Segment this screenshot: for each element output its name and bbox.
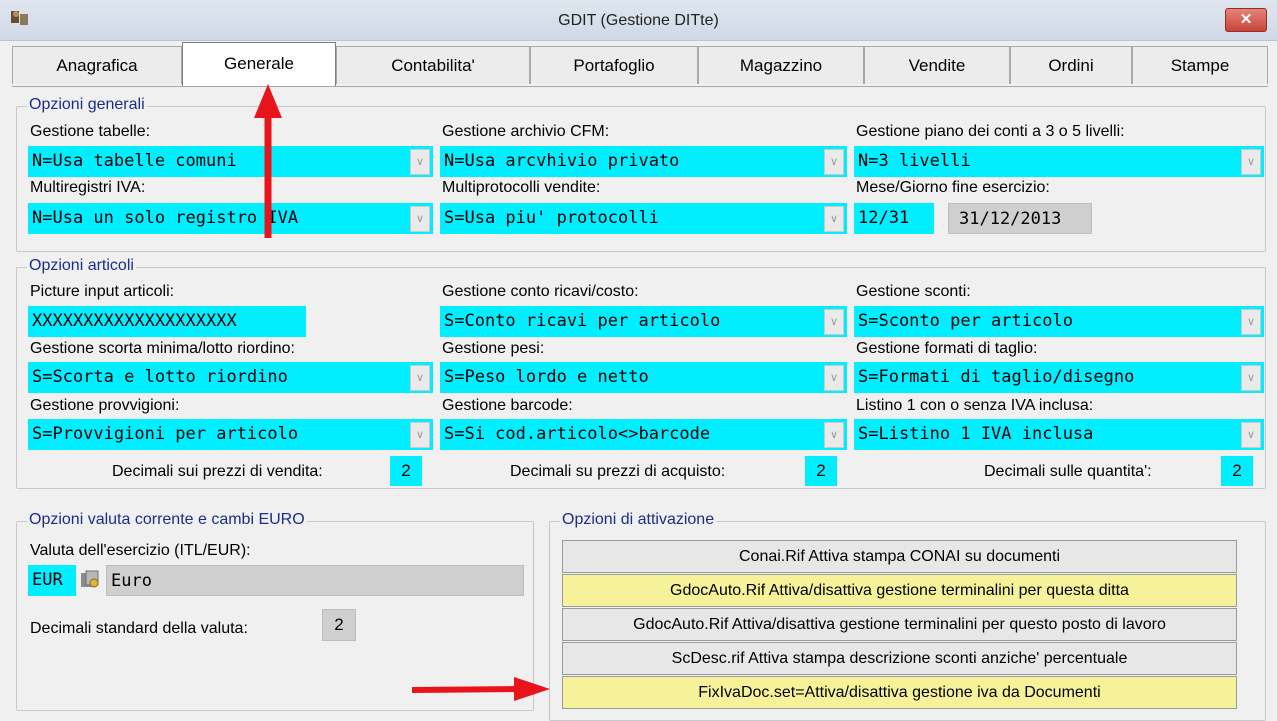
sconti-label: Gestione sconti: xyxy=(856,283,971,300)
chevron-down-icon[interactable]: ∨ xyxy=(1241,422,1261,448)
close-button[interactable]: ✕ xyxy=(1225,8,1267,32)
listino-value: S=Listino 1 IVA inclusa xyxy=(858,424,1094,444)
multiregistri-iva-label: Multiregistri IVA: xyxy=(30,179,146,196)
chevron-down-icon[interactable]: ∨ xyxy=(410,365,430,391)
piano-conti-value: N=3 livelli xyxy=(858,151,971,171)
provvigioni-value: S=Provvigioni per articolo xyxy=(32,424,299,444)
group-title: Opzioni articoli xyxy=(27,257,136,275)
provvigioni-label: Gestione provvigioni: xyxy=(30,397,180,414)
decimali-quantita-label: Decimali sulle quantita': xyxy=(984,463,1152,480)
fine-esercizio-label: Mese/Giorno fine esercizio: xyxy=(856,179,1050,196)
barcode-select[interactable]: S=Si cod.articolo<>barcode ∨ xyxy=(440,419,847,450)
gdocauto-ditta-button[interactable]: GdocAuto.Rif Attiva/disattiva gestione t… xyxy=(562,574,1237,607)
pesi-select[interactable]: S=Peso lordo e netto ∨ xyxy=(440,362,847,393)
group-title: Opzioni valuta corrente e cambi EURO xyxy=(27,511,307,529)
multiprotocolli-select[interactable]: S=Usa piu' protocolli ∨ xyxy=(440,203,847,234)
conto-ricavi-label: Gestione conto ricavi/costo: xyxy=(442,283,639,300)
archivio-cfm-value: N=Usa arcvhivio privato xyxy=(444,151,680,171)
tab-magazzino[interactable]: Magazzino xyxy=(698,46,864,84)
decimali-quantita-input[interactable]: 2 xyxy=(1221,456,1253,486)
barcode-label: Gestione barcode: xyxy=(442,397,573,414)
chevron-down-icon[interactable]: ∨ xyxy=(824,309,844,335)
decimali-vendita-label: Decimali sui prezzi di vendita: xyxy=(112,463,323,480)
scorta-minima-label: Gestione scorta minima/lotto riordino: xyxy=(30,340,295,357)
gestione-tabelle-label: Gestione tabelle: xyxy=(30,123,151,140)
fine-esercizio-date: 31/12/2013 xyxy=(948,203,1092,234)
group-title: Opzioni generali xyxy=(27,96,147,114)
chevron-down-icon[interactable]: ∨ xyxy=(824,206,844,232)
tab-anagrafica[interactable]: Anagrafica xyxy=(12,46,182,84)
window-title: GDIT (Gestione DITte) xyxy=(558,12,719,29)
gdocauto-posto-button[interactable]: GdocAuto.Rif Attiva/disattiva gestione t… xyxy=(562,608,1237,641)
tab-generale[interactable]: Generale xyxy=(182,42,336,86)
tab-portafoglio[interactable]: Portafoglio xyxy=(530,46,698,84)
conto-ricavi-select[interactable]: S=Conto ricavi per articolo ∨ xyxy=(440,306,847,337)
piano-conti-label: Gestione piano dei conti a 3 o 5 livelli… xyxy=(856,123,1125,140)
chevron-down-icon[interactable]: ∨ xyxy=(1241,365,1261,391)
chevron-down-icon[interactable]: ∨ xyxy=(1241,149,1261,175)
conai-button[interactable]: Conai.Rif Attiva stampa CONAI su documen… xyxy=(562,540,1237,573)
currency-lookup-icon[interactable] xyxy=(80,570,102,590)
picture-input-field[interactable]: XXXXXXXXXXXXXXXXXXXX xyxy=(28,306,306,337)
decimali-vendita-input[interactable]: 2 xyxy=(390,456,422,486)
scorta-minima-value: S=Scorta e lotto riordino xyxy=(32,367,288,387)
decimali-valuta-label: Decimali standard della valuta: xyxy=(30,620,248,637)
chevron-down-icon[interactable]: ∨ xyxy=(410,422,430,448)
scdesc-button[interactable]: ScDesc.rif Attiva stampa descrizione sco… xyxy=(562,642,1237,675)
decimali-valuta-field: 2 xyxy=(322,609,356,641)
gestione-tabelle-select[interactable]: N=Usa tabelle comuni ∨ xyxy=(28,146,433,177)
tab-ordini[interactable]: Ordini xyxy=(1010,46,1132,84)
formati-taglio-value: S=Formati di taglio/disegno xyxy=(858,367,1135,387)
valuta-code-input[interactable]: EUR xyxy=(28,565,76,596)
pesi-label: Gestione pesi: xyxy=(442,340,545,357)
tab-stampe[interactable]: Stampe xyxy=(1132,46,1268,84)
multiregistri-iva-value: N=Usa un solo registro IVA xyxy=(32,208,299,228)
fixivadoc-button[interactable]: FixIvaDoc.set=Attiva/disattiva gestione … xyxy=(562,676,1237,709)
valuta-name-field: Euro xyxy=(106,565,524,596)
decimali-acquisto-input[interactable]: 2 xyxy=(805,456,837,486)
sconti-select[interactable]: S=Sconto per articolo ∨ xyxy=(854,306,1264,337)
decimali-acquisto-label: Decimali su prezzi di acquisto: xyxy=(510,463,726,480)
gestione-tabelle-value: N=Usa tabelle comuni xyxy=(32,151,237,171)
formati-taglio-label: Gestione formati di taglio: xyxy=(856,340,1038,357)
tab-contabilita[interactable]: Contabilita' xyxy=(336,46,530,84)
tab-content: Opzioni generali Gestione tabelle: N=Usa… xyxy=(12,86,1268,721)
tab-vendite[interactable]: Vendite xyxy=(864,46,1010,84)
group-opzioni-attivazione: Opzioni di attivazione Conai.Rif Attiva … xyxy=(549,511,1266,721)
title-bar: GDIT (Gestione DITte) ✕ xyxy=(0,0,1277,41)
fine-esercizio-input[interactable]: 12/31 xyxy=(854,203,934,234)
multiprotocolli-label: Multiprotocolli vendite: xyxy=(442,179,601,196)
pesi-value: S=Peso lordo e netto xyxy=(444,367,649,387)
chevron-down-icon[interactable]: ∨ xyxy=(824,149,844,175)
archivio-cfm-select[interactable]: N=Usa arcvhivio privato ∨ xyxy=(440,146,847,177)
chevron-down-icon[interactable]: ∨ xyxy=(824,422,844,448)
conto-ricavi-value: S=Conto ricavi per articolo xyxy=(444,311,721,331)
chevron-down-icon[interactable]: ∨ xyxy=(410,206,430,232)
picture-input-label: Picture input articoli: xyxy=(30,283,175,300)
archivio-cfm-label: Gestione archivio CFM: xyxy=(442,123,610,140)
multiprotocolli-value: S=Usa piu' protocolli xyxy=(444,208,659,228)
listino-select[interactable]: S=Listino 1 IVA inclusa ∨ xyxy=(854,419,1264,450)
valuta-label: Valuta dell'esercizio (ITL/EUR): xyxy=(30,542,251,559)
scorta-minima-select[interactable]: S=Scorta e lotto riordino ∨ xyxy=(28,362,433,393)
formati-taglio-select[interactable]: S=Formati di taglio/disegno ∨ xyxy=(854,362,1264,393)
tab-strip: Anagrafica Generale Contabilita' Portafo… xyxy=(12,42,1268,88)
multiregistri-iva-select[interactable]: N=Usa un solo registro IVA ∨ xyxy=(28,203,433,234)
piano-conti-select[interactable]: N=3 livelli ∨ xyxy=(854,146,1264,177)
chevron-down-icon[interactable]: ∨ xyxy=(824,365,844,391)
provvigioni-select[interactable]: S=Provvigioni per articolo ∨ xyxy=(28,419,433,450)
chevron-down-icon[interactable]: ∨ xyxy=(410,149,430,175)
barcode-value: S=Si cod.articolo<>barcode xyxy=(444,424,711,444)
group-title: Opzioni di attivazione xyxy=(560,511,717,529)
listino-label: Listino 1 con o senza IVA inclusa: xyxy=(856,397,1094,414)
sconti-value: S=Sconto per articolo xyxy=(858,311,1073,331)
chevron-down-icon[interactable]: ∨ xyxy=(1241,309,1261,335)
